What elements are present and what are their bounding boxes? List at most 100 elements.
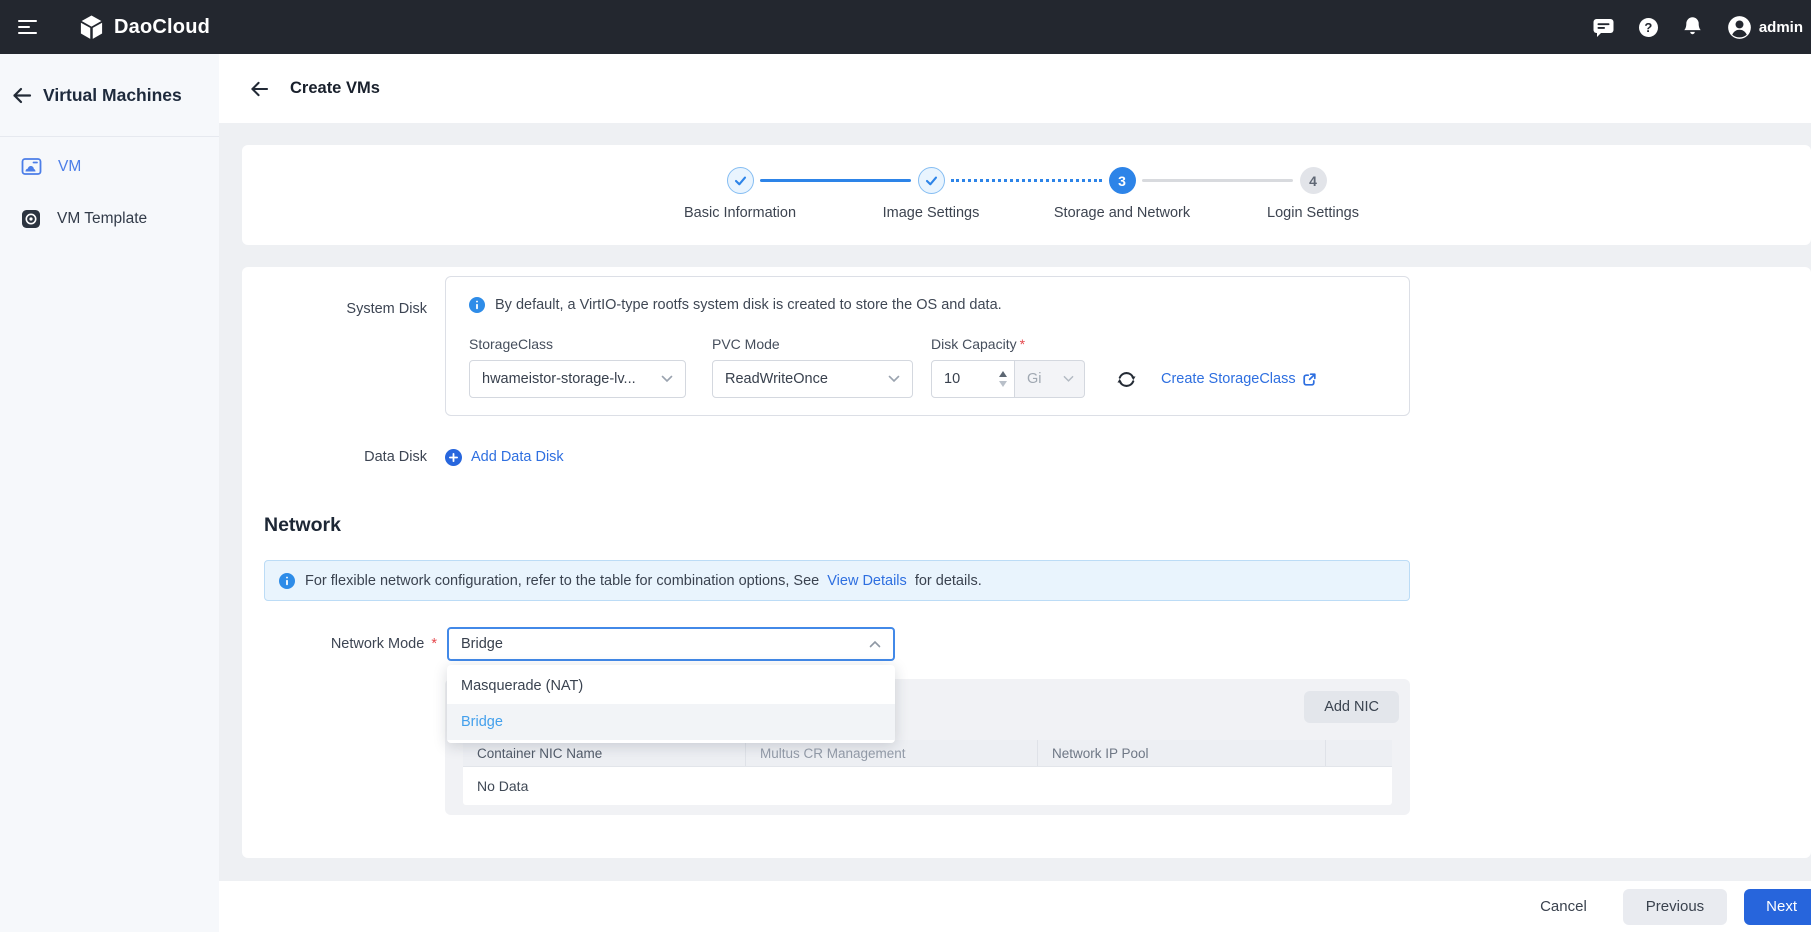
user-menu[interactable]: admin (1727, 15, 1803, 40)
chat-icon[interactable] (1592, 17, 1615, 38)
step-storage-and-network: 3 Storage and Network (951, 167, 1218, 221)
page-back-icon[interactable] (250, 81, 269, 97)
chevron-up-icon (869, 640, 881, 648)
refresh-icon[interactable] (1116, 369, 1137, 390)
dropdown-option-bridge[interactable]: Bridge (447, 704, 895, 740)
system-disk-row: System Disk By default, a VirtIO-type ro… (264, 276, 1811, 416)
info-icon (279, 572, 295, 589)
sidebar-item-vm[interactable]: VM (0, 141, 219, 193)
sidebar-back-icon[interactable] (12, 87, 32, 104)
capacity-unit-select[interactable]: Gi (1015, 360, 1085, 398)
pvc-mode-label: PVC Mode (712, 336, 780, 352)
plus-circle-icon (445, 448, 462, 466)
create-storageclass-link[interactable]: Create StorageClass (1161, 371, 1317, 387)
required-mark: * (431, 636, 437, 652)
vm-template-icon (21, 209, 41, 229)
network-mode-value: Bridge (461, 636, 503, 652)
step-label: Image Settings (882, 205, 980, 221)
topbar: DaoCloud ? admin (0, 0, 1811, 54)
sidebar-item-vm-template[interactable]: VM Template (0, 193, 219, 245)
step-connector (951, 179, 1102, 182)
step-number: 3 (1108, 167, 1136, 194)
column-header-actions (1326, 740, 1392, 766)
network-mode-label-text: Network Mode (330, 636, 425, 652)
sidebar-item-label: VM Template (57, 210, 148, 227)
help-icon[interactable]: ? (1638, 17, 1658, 37)
notification-bell-icon[interactable] (1682, 16, 1703, 38)
network-mode-dropdown: Masquerade (NAT) Bridge (447, 665, 895, 743)
nic-table-header: Container NIC Name Multus CR Management … (463, 740, 1392, 767)
disk-capacity-group: 10 Gi (931, 360, 1085, 398)
storageclass-label: StorageClass (469, 336, 554, 352)
step-connector (760, 179, 911, 182)
form-card: System Disk By default, a VirtIO-type ro… (242, 267, 1811, 858)
brand-logo[interactable]: DaoCloud (78, 14, 210, 41)
system-disk-label: System Disk (346, 301, 427, 317)
disk-capacity-input[interactable]: 10 (931, 360, 1015, 398)
system-disk-box: By default, a VirtIO-type rootfs system … (445, 276, 1410, 416)
stepper-down-icon[interactable] (999, 381, 1007, 387)
pvc-mode-value: ReadWriteOnce (725, 371, 828, 387)
disk-capacity-label: Disk Capacity (931, 336, 1017, 352)
dropdown-option-masquerade-nat[interactable]: Masquerade (NAT) (447, 668, 895, 704)
vm-icon (21, 157, 42, 177)
disk-capacity-value: 10 (944, 371, 961, 387)
add-nic-button[interactable]: Add NIC (1304, 691, 1399, 723)
step-check-icon (917, 167, 945, 194)
capacity-unit-value: Gi (1027, 371, 1042, 387)
network-info-suffix: for details. (914, 572, 982, 589)
step-check-icon (726, 167, 754, 194)
previous-button[interactable]: Previous (1622, 888, 1728, 925)
step-connector (1142, 179, 1293, 182)
add-data-disk-link[interactable]: Add Data Disk (445, 448, 564, 466)
network-mode-select[interactable]: Bridge (447, 627, 895, 661)
chevron-down-icon (1063, 375, 1074, 383)
network-info-prefix: For flexible network configuration, refe… (305, 572, 820, 589)
step-basic-information: Basic Information (645, 167, 836, 221)
view-details-link[interactable]: View Details (827, 573, 907, 589)
storageclass-value: hwameistor-storage-lv... (482, 371, 636, 387)
info-icon (469, 297, 485, 313)
chevron-down-icon (888, 375, 900, 383)
step-label: Login Settings (1267, 205, 1359, 221)
step-image-settings: Image Settings (760, 167, 1027, 221)
network-heading: Network (264, 514, 341, 536)
create-storageclass-text: Create StorageClass (1161, 371, 1296, 387)
next-button[interactable]: Next (1744, 888, 1811, 925)
column-header-container-nic-name: Container NIC Name (463, 740, 746, 766)
step-label: Basic Information (683, 205, 797, 221)
chevron-down-icon (661, 375, 673, 383)
footer-bar: Cancel Previous Next (219, 881, 1811, 932)
avatar-icon (1727, 15, 1752, 40)
table-empty-state: No Data (463, 767, 1392, 805)
menu-toggle-icon[interactable] (18, 17, 40, 38)
stepper-up-icon[interactable] (999, 371, 1007, 377)
username: admin (1758, 18, 1803, 36)
nic-table: Container NIC Name Multus CR Management … (463, 740, 1392, 805)
daocloud-cube-icon (78, 14, 105, 41)
sidebar-item-label: VM (58, 158, 82, 175)
page-title: Create VMs (290, 79, 380, 97)
step-number: 4 (1299, 167, 1327, 194)
network-mode-label: Network Mode * (264, 636, 447, 652)
network-info-banner: For flexible network configuration, refe… (264, 560, 1410, 601)
brand-name: DaoCloud (114, 15, 211, 38)
column-header-multus-cr-management: Multus CR Management (746, 740, 1038, 766)
network-mode-row: Network Mode * Bridge (264, 627, 1811, 661)
stepper-card: Basic Information Image Settings 3 Stora… (242, 145, 1811, 245)
data-disk-row: Data Disk Add Data Disk (264, 444, 1811, 470)
pvc-mode-select[interactable]: ReadWriteOnce (712, 360, 913, 398)
column-header-network-ip-pool: Network IP Pool (1038, 740, 1326, 766)
sidebar-title: Virtual Machines (43, 84, 182, 105)
required-mark: * (1019, 336, 1026, 352)
add-data-disk-text: Add Data Disk (471, 449, 564, 465)
stepper: Basic Information Image Settings 3 Stora… (242, 167, 1811, 221)
external-link-icon (1302, 372, 1317, 387)
step-login-settings: 4 Login Settings (1142, 167, 1409, 221)
cancel-button[interactable]: Cancel (1534, 889, 1593, 925)
storageclass-select[interactable]: hwameistor-storage-lv... (469, 360, 686, 398)
data-disk-label: Data Disk (364, 449, 427, 465)
network-info-text: For flexible network configuration, refe… (305, 573, 982, 589)
step-label: Storage and Network (1053, 205, 1191, 221)
sidebar: Virtual Machines VM VM Template (0, 54, 219, 932)
